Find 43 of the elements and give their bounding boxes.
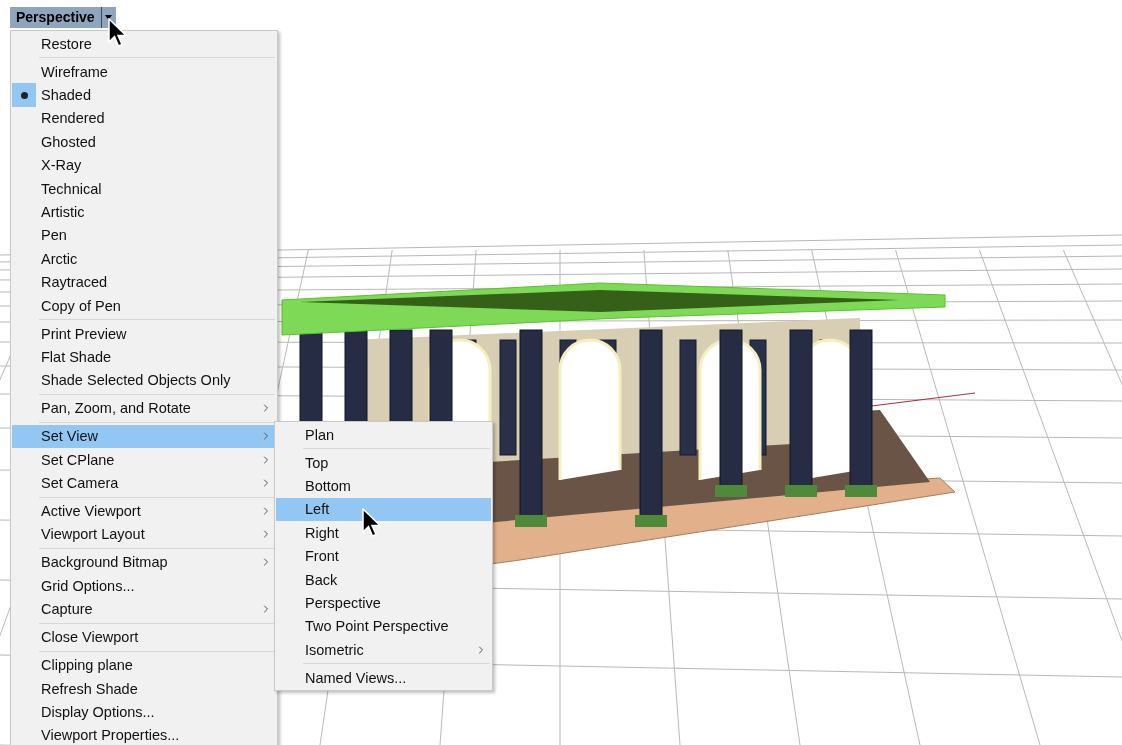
menu-item[interactable]: Refresh Shade [12, 676, 276, 701]
menu-item[interactable]: Wireframe [12, 60, 276, 84]
menu-item[interactable]: Front [276, 544, 491, 568]
menu-item[interactable]: Background Bitmap [12, 550, 276, 575]
menu-item[interactable]: Shade Selected Objects Only [12, 368, 276, 393]
menu-item[interactable]: Plan [276, 423, 491, 447]
viewport-title: Perspective [15, 8, 96, 27]
menu-item[interactable]: Grid Options... [12, 574, 276, 598]
menu-item[interactable]: Raytraced [12, 270, 276, 294]
menu-item[interactable]: Set Camera [12, 471, 276, 495]
menu-item[interactable]: Shaded [12, 83, 276, 107]
menu-item[interactable]: Bottom [276, 474, 491, 498]
menu-item[interactable]: Set CPlane [12, 448, 276, 472]
menu-item[interactable]: Active Viewport [12, 499, 276, 523]
menu-item[interactable]: Named Views... [276, 666, 491, 690]
menu-item[interactable]: Top [276, 451, 491, 475]
menu-item[interactable]: Arctic [12, 247, 276, 271]
bullet-icon [20, 91, 28, 99]
menu-item[interactable]: Ghosted [12, 130, 276, 154]
menu-item[interactable]: Display Options... [12, 700, 276, 724]
menu-item[interactable]: Print Preview [12, 321, 276, 346]
menu-item[interactable]: Two Point Perspective [276, 614, 491, 639]
menu-item[interactable]: Left [276, 497, 491, 522]
viewport-tab[interactable]: Perspective [10, 7, 116, 28]
menu-item[interactable]: Pan, Zoom, and Rotate [12, 396, 276, 421]
menu-item[interactable]: Rendered [12, 106, 276, 131]
menu-item[interactable]: Right [276, 521, 491, 545]
menu-item[interactable]: Perspective [276, 591, 491, 615]
menu-item[interactable]: Close Viewport [12, 625, 276, 649]
menu-item[interactable]: Technical [12, 176, 276, 201]
menu-item[interactable]: Restore [12, 32, 276, 56]
menu-item[interactable]: Set View [12, 424, 276, 448]
menu-item[interactable]: Viewport Properties... [12, 723, 276, 745]
menu-item[interactable]: X-Ray [12, 153, 276, 177]
menu-item[interactable]: Viewport Layout [12, 522, 276, 547]
menu-item[interactable]: Copy of Pen [12, 293, 276, 318]
menu-item[interactable]: Back [276, 567, 491, 592]
menu-item[interactable]: Flat Shade [12, 345, 276, 369]
menu-item[interactable]: Pen [12, 223, 276, 248]
menu-item[interactable]: Clipping plane [12, 653, 276, 677]
menu-item[interactable]: Isometric [276, 638, 491, 662]
menu-item[interactable]: Capture [12, 597, 276, 621]
menu-item[interactable]: Artistic [12, 200, 276, 224]
